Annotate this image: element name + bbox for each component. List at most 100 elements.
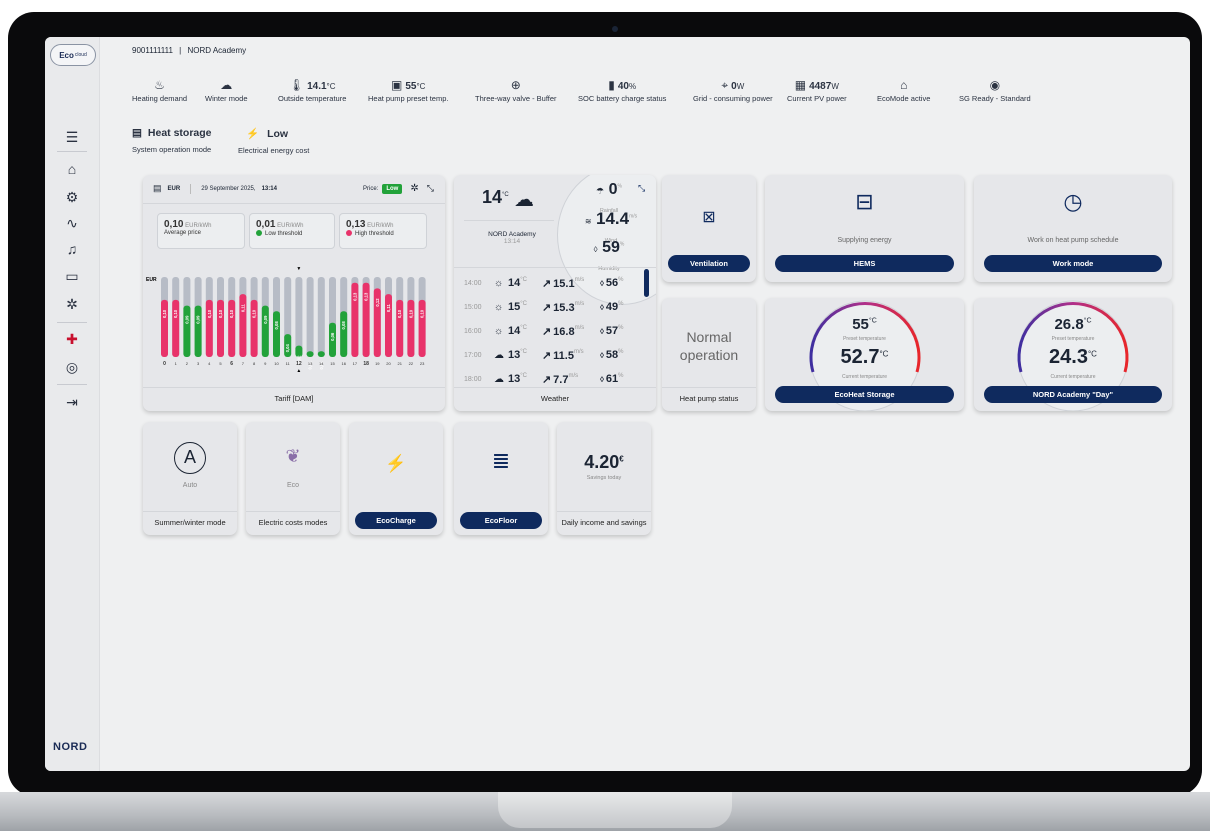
sg-ready-icon: ◉ (989, 78, 1001, 92)
tariff-bar[interactable] (205, 299, 213, 357)
ecocloud-logo[interactable]: Eco cloud (50, 44, 96, 66)
status-three-way-valve-buffer: ⊕ Three-way valve - Buffer (475, 77, 557, 103)
solar-panel-icon: ▦ (794, 78, 807, 92)
uk-flag-icon[interactable]: ✚ (61, 329, 83, 349)
status-label: SG Ready - Standard (959, 94, 1031, 103)
heat-pump-status-tile[interactable]: Normal operation Heat pump status (662, 298, 756, 411)
weather-card[interactable]: 14°C ☁ NORD Academy 13:14 ☂ 0% Rainfall ⤡… (454, 175, 656, 411)
status-label: EcoMode active (877, 94, 931, 103)
tariff-bar[interactable] (273, 311, 280, 357)
weather-location: NORD Academy 13:14 (488, 231, 536, 245)
status-sg-ready-standard: ◉ SG Ready - Standard (959, 77, 1031, 103)
ventilation-button[interactable]: Ventilation (668, 255, 750, 272)
book-icon[interactable]: ▭ (61, 266, 83, 286)
forecast-row[interactable]: 15:00 ☼ 15 °C ↗ 15.3 m/s ◊ 49 % (464, 295, 634, 319)
room-day-button[interactable]: NORD Academy "Day" (984, 386, 1162, 403)
tariff-bar[interactable] (385, 294, 392, 357)
status-value: 14.1 (307, 81, 327, 92)
ecofloor-tile[interactable]: ≣ EcoFloor (454, 422, 548, 535)
heat-storage-icon: ▤ (132, 127, 142, 139)
bar-value-label: 0,10 (207, 309, 212, 318)
tariff-bar[interactable] (183, 305, 191, 357)
logout-icon[interactable]: ⇥ (61, 392, 83, 412)
ecoheat-storage-tile[interactable]: 55°C Preset temperature 52.7°C Current t… (765, 298, 964, 411)
status-heating-demand: ♨ Heating demand (132, 77, 187, 103)
forecast-temp: 15 (508, 301, 521, 313)
tariff-bar[interactable] (418, 299, 426, 357)
tariff-bar[interactable] (396, 299, 404, 357)
tariff-bar[interactable] (194, 305, 202, 357)
bar-value-label: 0,08 (341, 321, 346, 330)
savings-tile[interactable]: 4.20€ Savings today Daily income and sav… (557, 422, 651, 535)
tariff-bar[interactable] (261, 305, 269, 357)
summer-winter-tile[interactable]: A Auto Summer/winter mode (143, 422, 237, 535)
hems-tile[interactable]: ⊟ Supplying energy HEMS (765, 175, 964, 282)
tariff-bar[interactable] (306, 351, 314, 357)
tariff-bar[interactable] (407, 299, 415, 357)
collapse-icon[interactable]: ⤡ (427, 183, 434, 194)
user-icon[interactable]: ◎ (61, 357, 83, 377)
forecast-row[interactable]: 16:00 ☼ 14 °C ↗ 16.8 m/s ◊ 57 % (464, 319, 634, 343)
forecast-wind: 15.3 (553, 301, 575, 314)
ventilation-icon: ⊠ (702, 209, 716, 226)
tariff-bar[interactable] (250, 299, 258, 357)
electrical-energy-cost: ⚡ Low Electrical energy cost (238, 128, 310, 155)
x-tick-label: 21 (397, 361, 402, 366)
bar-value-label: 0,06 (330, 332, 335, 341)
umbrella-icon: ☂ (596, 186, 605, 196)
tariff-bar[interactable] (340, 311, 348, 357)
ecoheat-storage-button[interactable]: EcoHeat Storage (775, 386, 954, 403)
bar-value-label: 0,10 (252, 309, 257, 318)
work-mode-tile[interactable]: ◷ Work on heat pump schedule Work mode (974, 175, 1172, 282)
bar-value-label: 0,04 (285, 343, 290, 352)
tariff-bar[interactable] (295, 345, 303, 357)
weather-temp: 14°C (482, 187, 509, 207)
collapse-icon[interactable]: ⤡ (638, 183, 645, 194)
wind-arrow-icon: ↗ (542, 277, 552, 290)
work-mode-button[interactable]: Work mode (984, 255, 1162, 272)
electric-costs-tile[interactable]: ❦ Eco Electric costs modes (246, 422, 340, 535)
tariff-chart[interactable]: EUR 0,10 0 0,10 1 0,09 2 0,09 3 0,10 4 0,10 5 0,10 6 0,… (143, 263, 445, 383)
x-tick-label: 2 (186, 361, 189, 366)
x-tick-label: 4 (208, 361, 211, 366)
tariff-bar[interactable] (228, 299, 236, 357)
tariff-card[interactable]: ▤ EUR 29 September 2025, 13:14 Price: Low… (143, 175, 445, 411)
hems-button[interactable]: HEMS (775, 255, 954, 272)
ecofloor-button[interactable]: EcoFloor (460, 512, 542, 529)
status-outside-temperature: 🌡 14.1°C Outside temperature (278, 77, 346, 103)
x-tick-label: 14 (319, 361, 324, 366)
chart-icon[interactable]: ∿ (61, 213, 83, 233)
devices-icon[interactable]: ⚙ (61, 187, 83, 207)
menu-icon[interactable]: ☰ (61, 127, 83, 147)
settings-icon[interactable]: ✲ (410, 183, 418, 194)
status-label: Heat pump preset temp. (368, 94, 449, 103)
tariff-bar[interactable] (239, 294, 247, 357)
x-tick-label: 1 (175, 361, 178, 366)
status-label: Winter mode (205, 94, 248, 103)
drop-icon: ◊ (600, 327, 604, 336)
tariff-bar[interactable] (217, 299, 224, 357)
forecast-time: 18:00 (464, 375, 482, 383)
wind-arrow-icon: ↗ (542, 325, 552, 338)
tariff-bar[interactable] (172, 299, 180, 357)
ecocharge-button[interactable]: EcoCharge (355, 512, 437, 529)
settings-icon[interactable]: ✲ (61, 294, 83, 314)
average-price-box: 0,10 EUR/kWh Average price (157, 213, 245, 249)
energy-cost-icon: ⚡ (246, 128, 260, 140)
room-temperature-tile[interactable]: 26.8°C Preset temperature 24.3°C Current… (974, 298, 1172, 411)
bell-icon[interactable]: ♫ (61, 239, 83, 259)
forecast-row[interactable]: 14:00 ☼ 14 °C ↗ 15.1 m/s ◊ 56 % (464, 271, 634, 295)
home-icon[interactable]: ⌂ (61, 159, 83, 179)
status-label: Outside temperature (278, 94, 347, 103)
ventilation-tile[interactable]: ⊠ Ventilation (662, 175, 756, 282)
forecast-temp: 13 (508, 349, 521, 361)
wind-arrow-icon: ↗ (542, 349, 552, 362)
forecast-row[interactable]: 17:00 ☁ 13 °C ↗ 11.5 m/s ◊ 58 % (464, 343, 634, 367)
tariff-footer: Tariff [DAM] (143, 387, 445, 411)
ecocharge-tile[interactable]: ⚡ EcoCharge (349, 422, 443, 535)
tariff-bar[interactable] (161, 299, 168, 357)
device-name: NORD Academy (187, 46, 247, 55)
tariff-bar[interactable] (317, 351, 325, 357)
forecast-humidity: 57 (605, 325, 619, 337)
scrollbar[interactable] (644, 269, 649, 297)
